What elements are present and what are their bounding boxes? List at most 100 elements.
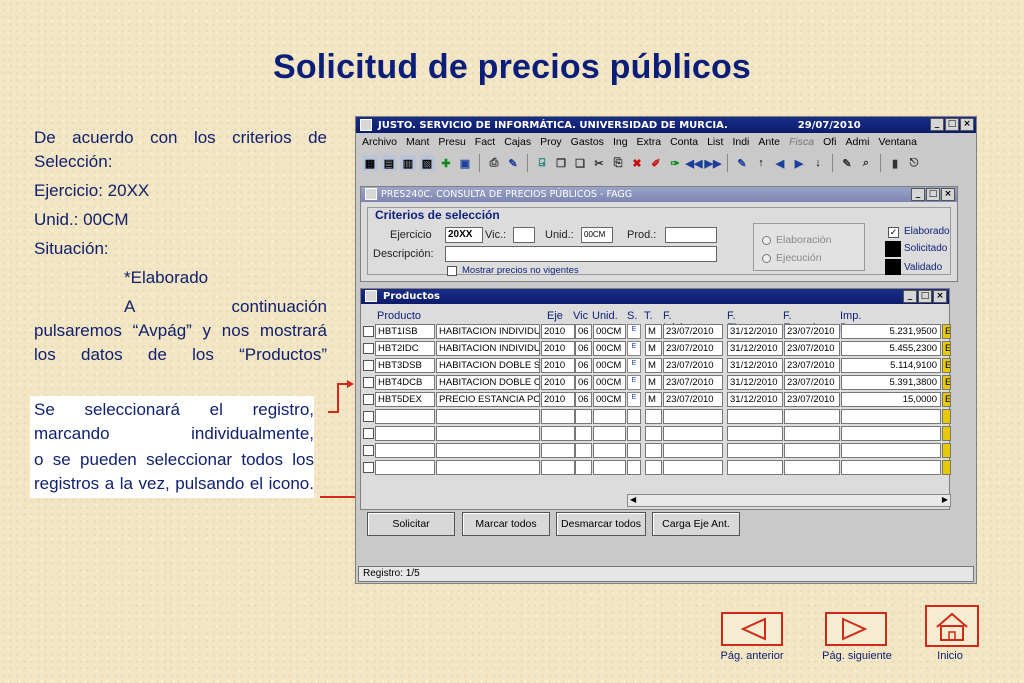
menu-extra[interactable]: Extra [637,136,662,148]
form-close-button[interactable]: × [941,188,955,201]
table-cell[interactable]: E [942,341,951,356]
descripcion-field[interactable] [445,246,717,262]
table-cell[interactable]: 5.455,2300 [841,341,941,356]
status-s-button[interactable]: E [627,324,641,339]
trash-icon[interactable]: ▮ [887,155,903,171]
empty-cell[interactable] [541,426,575,441]
paste-icon[interactable]: ❑ [572,155,588,171]
empty-cell[interactable] [593,409,626,424]
table-cell[interactable]: 31/12/2010 [727,341,783,356]
table-cell[interactable]: M [645,392,662,407]
unid-field[interactable]: 00CM [581,227,613,243]
products-maximize-button[interactable]: □ [918,290,932,303]
maximize-button[interactable]: □ [945,118,959,131]
zoom-icon[interactable]: ⌕ [858,155,874,171]
table-cell[interactable]: 23/07/2010 [784,324,840,339]
empty-cell[interactable] [727,460,783,475]
insert-icon[interactable]: ✑ [667,155,683,171]
menu-ing[interactable]: Ing [613,136,628,148]
exit-icon[interactable]: ⎋ [906,155,922,171]
empty-cell[interactable] [627,460,641,475]
solicitado-box[interactable] [885,241,901,257]
edit-icon[interactable]: ✎ [505,155,521,171]
table-cell[interactable]: HBT3DSB [375,358,435,373]
empty-cell[interactable] [727,426,783,441]
table-search-icon[interactable]: ▧ [419,155,435,171]
table-cell[interactable]: 06 [575,358,592,373]
table-cell[interactable]: 06 [575,392,592,407]
empty-cell[interactable] [663,409,723,424]
empty-cell[interactable] [593,443,626,458]
table-cell[interactable]: 2010 [541,358,575,373]
table-cell[interactable]: 31/12/2010 [727,358,783,373]
table-cell[interactable]: 31/12/2010 [727,324,783,339]
table-cell[interactable]: 31/12/2010 [727,375,783,390]
empty-cell[interactable] [663,460,723,475]
status-s-button[interactable]: E [627,341,641,356]
table-cell[interactable]: HABITACION INDIVIDU [436,341,540,356]
empty-cell[interactable] [784,443,840,458]
table-cell[interactable]: 2010 [541,392,575,407]
carga-eje-ant-button[interactable]: Carga Eje Ant. [652,512,740,536]
empty-cell[interactable] [436,460,540,475]
next-page-button[interactable] [825,612,887,646]
empty-cell[interactable] [627,443,641,458]
table-cell[interactable]: 23/07/2010 [663,358,723,373]
table-cell[interactable]: 00CM [593,392,626,407]
empty-cell[interactable] [841,460,941,475]
empty-cell[interactable] [593,426,626,441]
empty-cell[interactable] [663,443,723,458]
table-cell[interactable]: E [942,392,951,407]
table-cell[interactable]: 23/07/2010 [663,375,723,390]
mostrar-checkbox[interactable] [447,266,457,276]
table-cell[interactable]: 23/07/2010 [784,375,840,390]
table-cell[interactable]: 00CM [593,375,626,390]
scroll-right-icon[interactable]: ▶ [942,495,948,504]
empty-cell[interactable] [375,409,435,424]
status-s-button[interactable]: E [627,358,641,373]
table-cell[interactable]: 23/07/2010 [784,358,840,373]
query-icon[interactable]: ✎ [734,155,750,171]
table-cell[interactable]: 00CM [593,358,626,373]
table-cell[interactable]: 00CM [593,324,626,339]
table-cell[interactable]: 2010 [541,375,575,390]
menu-indi[interactable]: Indi [732,136,749,148]
prev-page-button[interactable] [721,612,783,646]
empty-cell[interactable] [784,460,840,475]
row-select-checkbox[interactable] [363,428,374,439]
products-close-button[interactable]: × [933,290,947,303]
empty-cell[interactable] [942,426,951,441]
exit-door-icon[interactable]: ⍈ [534,155,550,171]
empty-cell[interactable] [541,460,575,475]
empty-cell[interactable] [541,409,575,424]
menu-mant[interactable]: Mant [406,136,429,148]
empty-cell[interactable] [375,460,435,475]
empty-cell[interactable] [436,409,540,424]
empty-cell[interactable] [645,426,662,441]
empty-cell[interactable] [645,409,662,424]
clear-icon[interactable]: ✐ [648,155,664,171]
table-cell[interactable]: 23/07/2010 [784,341,840,356]
table-cell[interactable]: 23/07/2010 [663,341,723,356]
table-cell[interactable]: E [942,375,951,390]
table-cell[interactable]: 23/07/2010 [784,392,840,407]
vic-field[interactable] [513,227,535,243]
table-cell[interactable]: 23/07/2010 [663,392,723,407]
empty-cell[interactable] [663,426,723,441]
table-cell[interactable]: 06 [575,341,592,356]
table-icon[interactable]: ▦ [362,155,378,171]
empty-cell[interactable] [593,460,626,475]
table-cell[interactable]: 15,0000 [841,392,941,407]
table-cell[interactable]: HBT2IDC [375,341,435,356]
empty-cell[interactable] [645,460,662,475]
empty-cell[interactable] [375,443,435,458]
empty-cell[interactable] [541,443,575,458]
empty-cell[interactable] [942,443,951,458]
table-cell[interactable]: HBT1ISB [375,324,435,339]
row-select-checkbox[interactable] [363,394,374,405]
empty-cell[interactable] [575,443,592,458]
solicitar-button[interactable]: Solicitar [367,512,455,536]
last-record-icon[interactable]: ▶▶ [705,155,722,171]
table-filter-icon[interactable]: ▥ [400,155,416,171]
save-icon[interactable]: ▣ [457,155,473,171]
